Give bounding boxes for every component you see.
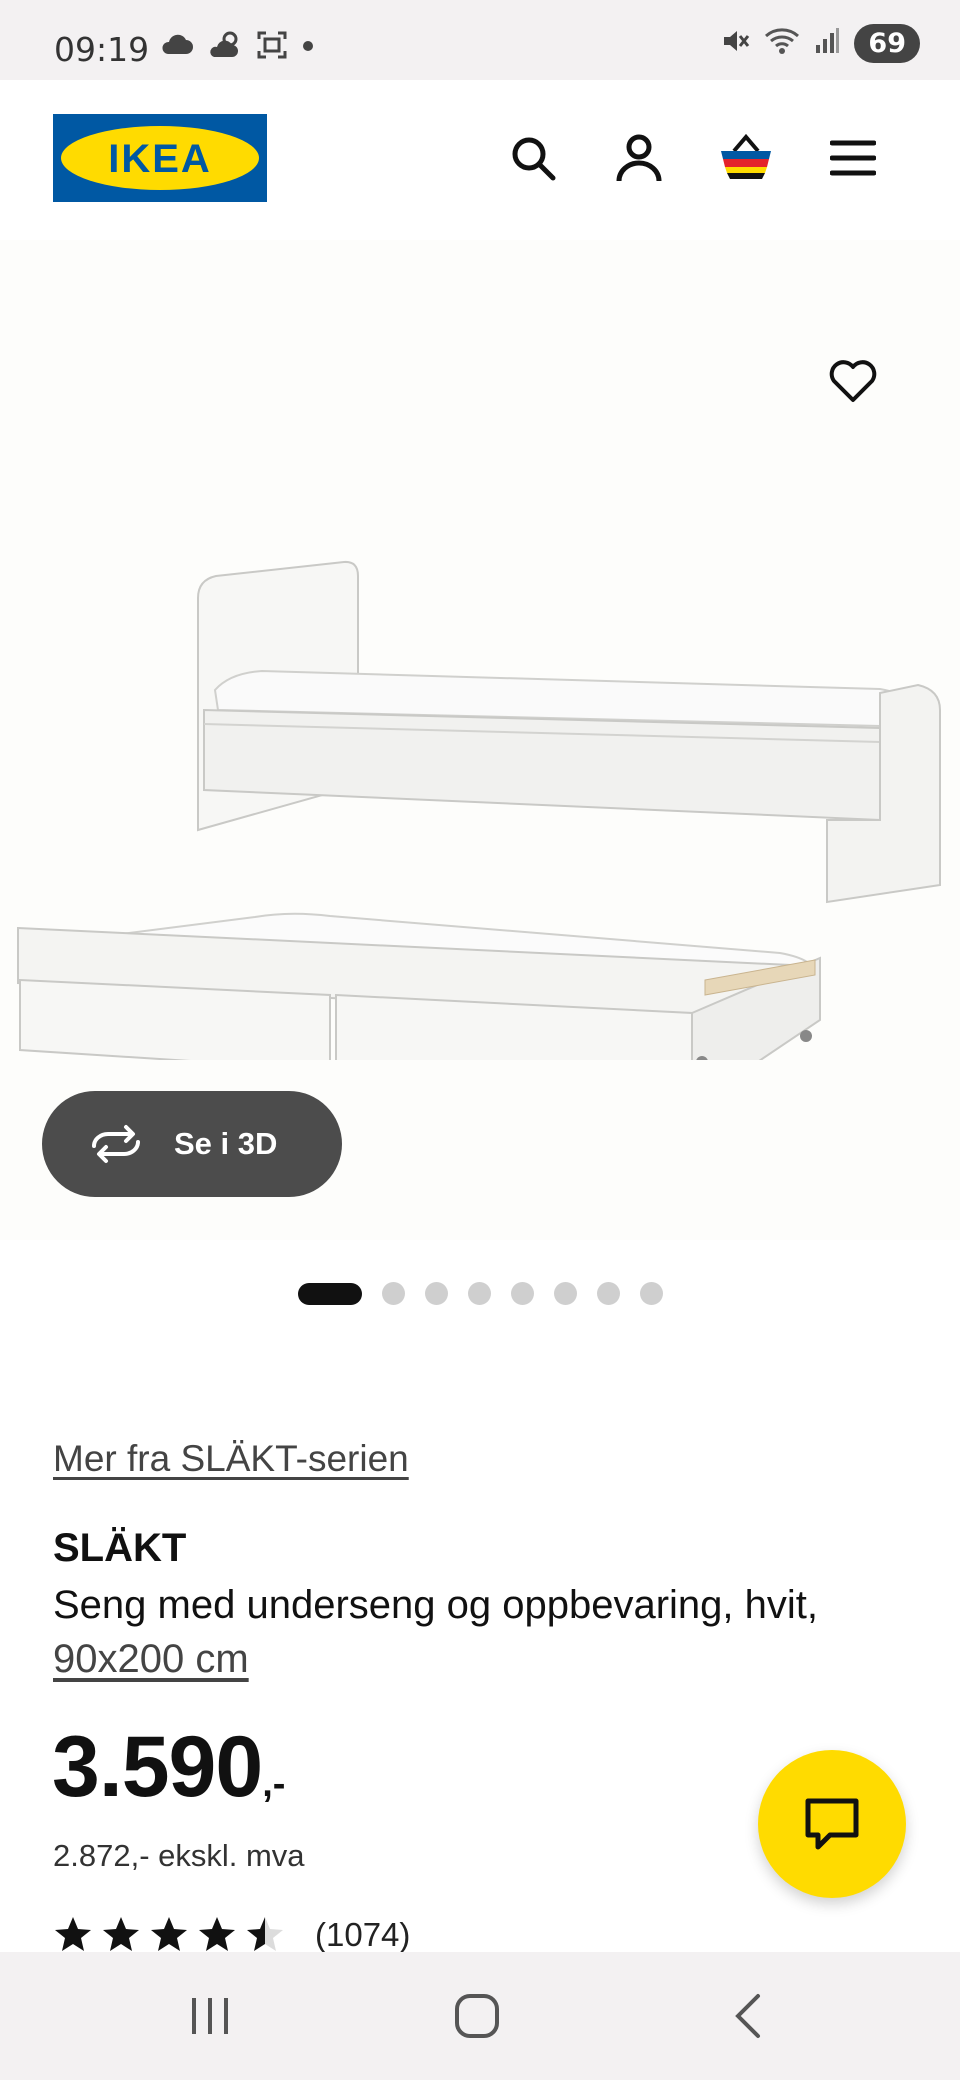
star-icon (199, 1917, 235, 1951)
recent-apps-icon[interactable] (180, 1986, 240, 2046)
price-ex-vat: 2.872,- ekskl. mva (53, 1838, 305, 1873)
product-name: SLÄKT (53, 1526, 187, 1570)
star-half-icon (247, 1917, 283, 1951)
star-icon (55, 1917, 91, 1951)
menu-icon[interactable] (823, 128, 883, 188)
product-price: 3.590 ,- (52, 1720, 285, 1814)
system-navigation-bar (0, 1952, 960, 2080)
back-icon[interactable] (718, 1986, 778, 2046)
ikea-logo[interactable]: IKEA (53, 114, 267, 202)
product-rating[interactable]: (1074) (53, 1915, 410, 1955)
carousel-dot[interactable] (467, 1282, 491, 1305)
star-icon (151, 1917, 187, 1951)
signal-icon (814, 27, 840, 60)
rating-count: (1074) (315, 1916, 411, 1953)
carousel-dot[interactable] (553, 1282, 577, 1305)
chat-bubble-icon (805, 1798, 859, 1850)
home-icon[interactable] (447, 1986, 507, 2046)
carousel-dot[interactable] (381, 1282, 405, 1305)
status-time: 09:19 (54, 30, 150, 69)
mute-icon (720, 26, 750, 61)
view-in-3d-label: Se i 3D (174, 1126, 278, 1161)
star-icon (103, 1917, 139, 1951)
cloud-icon (160, 34, 194, 61)
cart-icon[interactable] (716, 128, 776, 188)
screenshot-icon (256, 30, 288, 65)
carousel-dot-active[interactable] (297, 1282, 362, 1305)
weather-icon (208, 31, 242, 64)
dot-icon (302, 39, 314, 57)
rating-stars (55, 1917, 283, 1951)
carousel-dot[interactable] (596, 1282, 620, 1305)
carousel-dot[interactable] (424, 1282, 448, 1305)
carousel-indicators[interactable] (0, 1282, 960, 1305)
carousel-dot[interactable] (510, 1282, 534, 1305)
battery-icon: 69 (854, 24, 920, 63)
series-link[interactable]: Mer fra SLÄKT-serien (53, 1438, 409, 1480)
favorite-heart-icon[interactable] (820, 348, 886, 414)
product-description: Seng med underseng og oppbevaring, hvit,… (53, 1578, 873, 1686)
account-icon[interactable] (609, 128, 669, 188)
site-header: IKEA (0, 80, 960, 240)
status-icons-right: 69 (720, 24, 920, 63)
product-image (17, 560, 941, 1060)
price-suffix: ,- (262, 1763, 286, 1805)
product-description-text: Seng med underseng og oppbevaring, hvit, (53, 1583, 818, 1627)
carousel-dot[interactable] (639, 1282, 663, 1305)
rotate-3d-icon (92, 1125, 140, 1163)
search-icon[interactable] (503, 128, 563, 188)
product-image-gallery[interactable]: Se i 3D (0, 240, 960, 1240)
price-main: 3.590 (52, 1719, 263, 1815)
status-bar: 09:19 69 (0, 0, 960, 80)
view-in-3d-button[interactable]: Se i 3D (42, 1091, 342, 1197)
wifi-icon (764, 26, 800, 61)
chat-button[interactable] (758, 1750, 906, 1898)
logo-text: IKEA (108, 137, 212, 181)
status-icons-left (160, 30, 314, 65)
size-link[interactable]: 90x200 cm (53, 1637, 249, 1681)
